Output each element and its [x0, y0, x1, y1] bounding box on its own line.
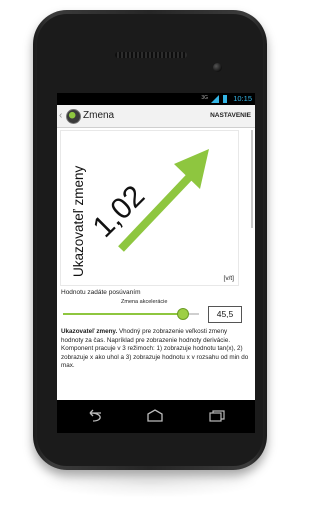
acceleration-slider-thumb[interactable]: [176, 308, 189, 320]
indicator-unit: [v/t]: [223, 275, 234, 282]
chevron-left-icon[interactable]: ‹: [59, 110, 62, 121]
indicator-label: Ukazovateľ zmeny: [71, 166, 86, 277]
indicator-graphic: Ukazovateľ zmeny 1,02: [71, 149, 209, 277]
app-logo-icon[interactable]: [66, 109, 81, 124]
component-description: Ukazovateľ zmeny. Vhodný pre zobrazenie …: [61, 328, 249, 371]
settings-button[interactable]: NASTAVENIE: [210, 112, 251, 119]
signal-icon: [211, 95, 219, 103]
acceleration-slider-fill: [63, 313, 183, 315]
scrollbar[interactable]: [251, 130, 253, 228]
phone-screen: 3G 10:15 ‹ Zmena NASTAVENIE Ukazovateľ z…: [57, 93, 255, 433]
network-type: 3G: [201, 95, 208, 101]
change-indicator-card: Ukazovateľ zmeny 1,02 [v/t]: [60, 130, 239, 286]
page-title: Zmena: [83, 110, 115, 121]
battery-icon: [223, 95, 227, 103]
value-field[interactable]: 45,5: [208, 306, 242, 323]
recent-apps-icon[interactable]: [207, 409, 227, 423]
navigation-bar: [57, 400, 255, 433]
action-bar: ‹ Zmena NASTAVENIE: [57, 105, 255, 128]
back-icon[interactable]: [85, 409, 105, 423]
slider-label: Zmena akcelerácie: [121, 299, 168, 305]
device-shadow: [40, 468, 260, 498]
earpiece-speaker: [115, 52, 187, 58]
home-icon[interactable]: [145, 409, 165, 423]
status-time: 10:15: [233, 94, 252, 103]
slider-hint: Hodnotu zadáte posúvaním: [61, 289, 141, 296]
front-camera: [213, 63, 222, 72]
status-bar: 3G 10:15: [57, 93, 255, 105]
description-title: Ukazovateľ zmeny.: [61, 328, 118, 335]
indicator-value: 1,02: [87, 179, 152, 244]
